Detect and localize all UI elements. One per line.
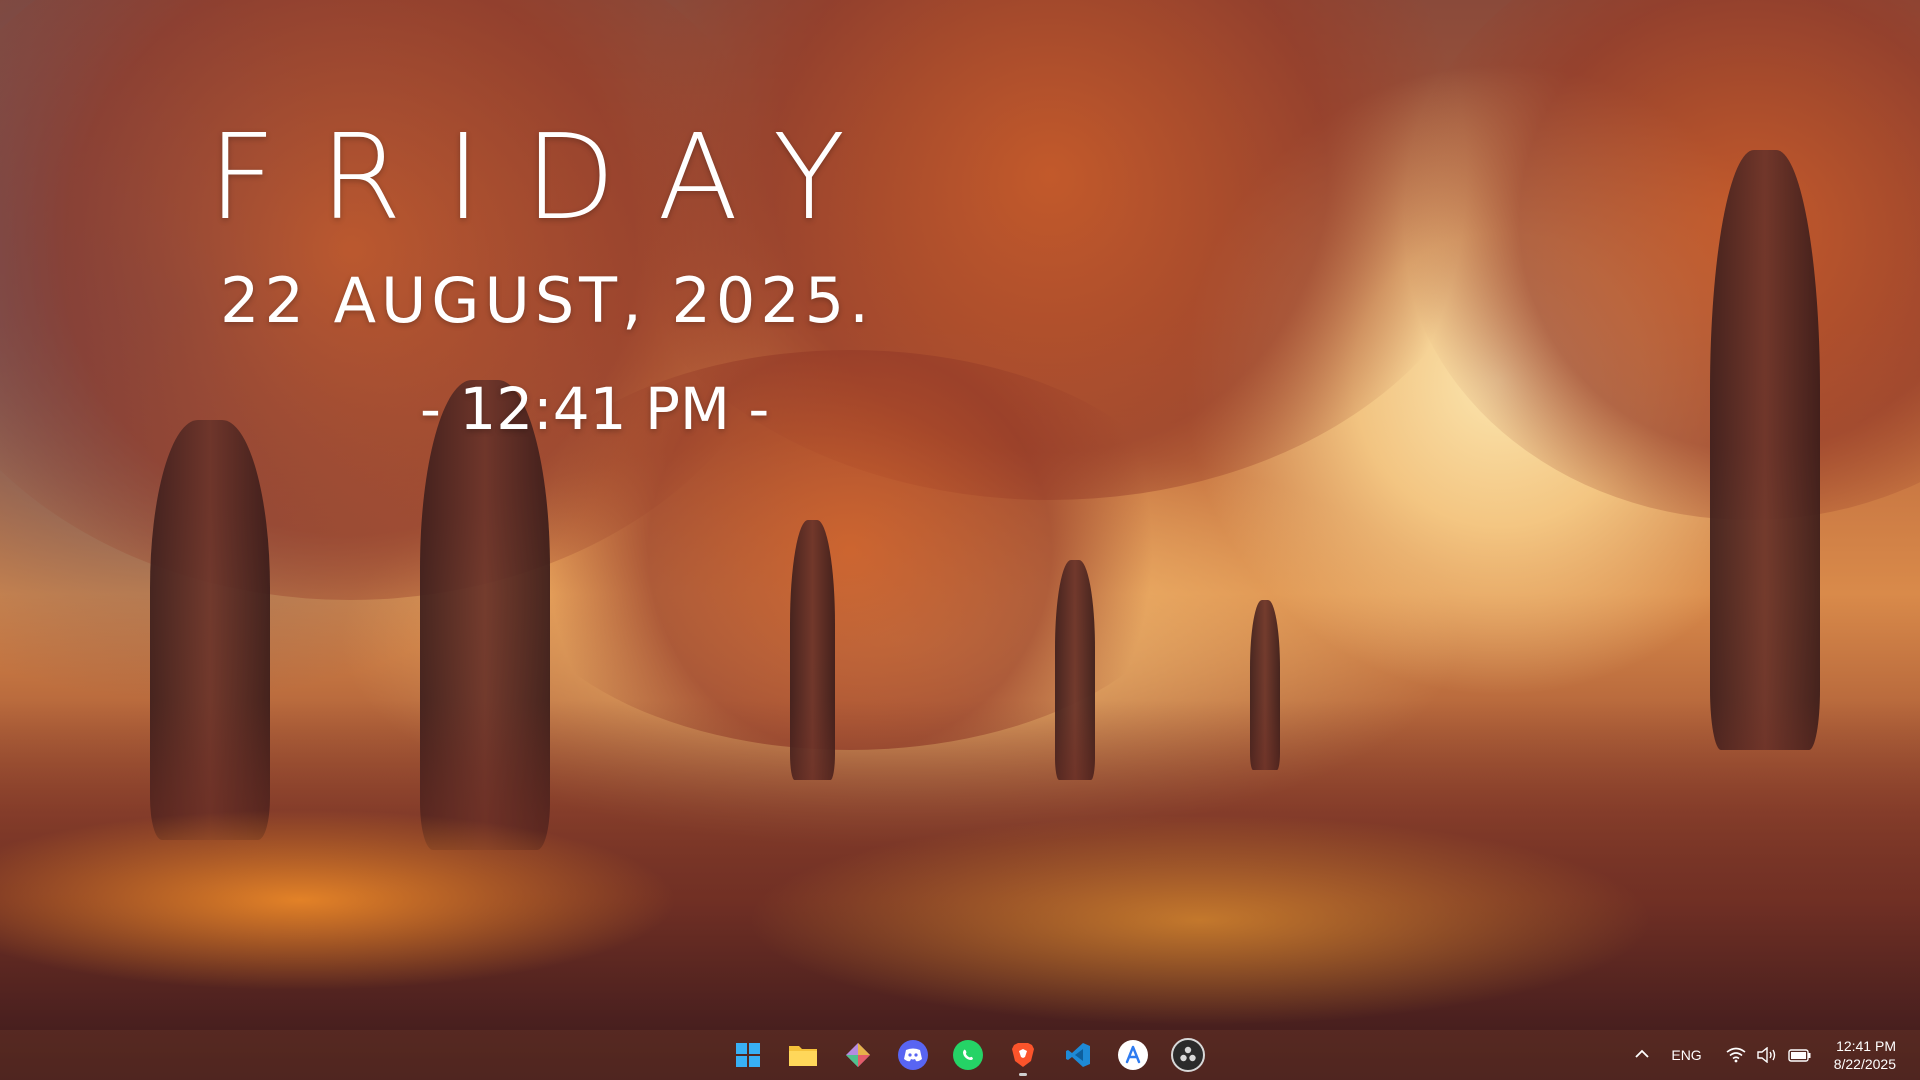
taskbar-clock[interactable]: 12:41 PM 8/22/2025: [1834, 1037, 1896, 1073]
whatsapp-icon: [952, 1040, 983, 1070]
volume-icon: [1756, 1047, 1778, 1063]
desktop-wallpaper: FRIDAY 22 AUGUST, 2025. - 12:41 PM -: [0, 0, 1920, 1080]
tree-trunk: [1710, 150, 1820, 750]
chevron-up-icon: [1635, 1046, 1649, 1064]
taskbar-brave[interactable]: [995, 1030, 1050, 1080]
taskbar: ENG 12:41 PM 8/22/2025: [0, 1030, 1920, 1080]
battery-charging-icon: [1788, 1047, 1812, 1063]
taskbar-file-explorer[interactable]: [775, 1030, 830, 1080]
widget-day: FRIDAY: [208, 108, 890, 246]
windows-logo-icon: [733, 1040, 763, 1070]
taskbar-gitkraken[interactable]: [830, 1030, 885, 1080]
taskbar-whatsapp[interactable]: [940, 1030, 995, 1080]
vscode-icon: [1063, 1040, 1093, 1070]
running-indicator: [1018, 1073, 1027, 1076]
tree-canopy: [1400, 0, 1920, 520]
taskbar-vscode[interactable]: [1050, 1030, 1105, 1080]
show-hidden-icons-button[interactable]: [1627, 1030, 1657, 1080]
widget-date: 22 AUGUST, 2025.: [220, 264, 874, 337]
tray-time: 12:41 PM: [1836, 1038, 1896, 1054]
widget-time: - 12:41 PM -: [420, 375, 770, 443]
wifi-icon: [1726, 1047, 1746, 1063]
leaf-covered-ground: [0, 700, 1920, 1030]
input-language-indicator[interactable]: ENG: [1671, 1047, 1701, 1063]
discord-icon: [897, 1040, 928, 1070]
app-store-icon: [1117, 1040, 1148, 1070]
tray-date: 8/22/2025: [1833, 1056, 1896, 1072]
folder-icon: [788, 1040, 818, 1070]
obs-icon: [1170, 1038, 1205, 1072]
diamond-icon: [843, 1040, 873, 1070]
start-button[interactable]: [720, 1030, 775, 1080]
taskbar-obs[interactable]: [1160, 1030, 1215, 1080]
quick-settings-button[interactable]: [1726, 1047, 1812, 1063]
taskbar-discord[interactable]: [885, 1030, 940, 1080]
brave-lion-icon: [1008, 1040, 1038, 1070]
taskbar-apps: [720, 1030, 1215, 1080]
taskbar-app-store[interactable]: [1105, 1030, 1160, 1080]
system-tray: ENG 12:41 PM 8/22/2025: [1627, 1030, 1920, 1080]
